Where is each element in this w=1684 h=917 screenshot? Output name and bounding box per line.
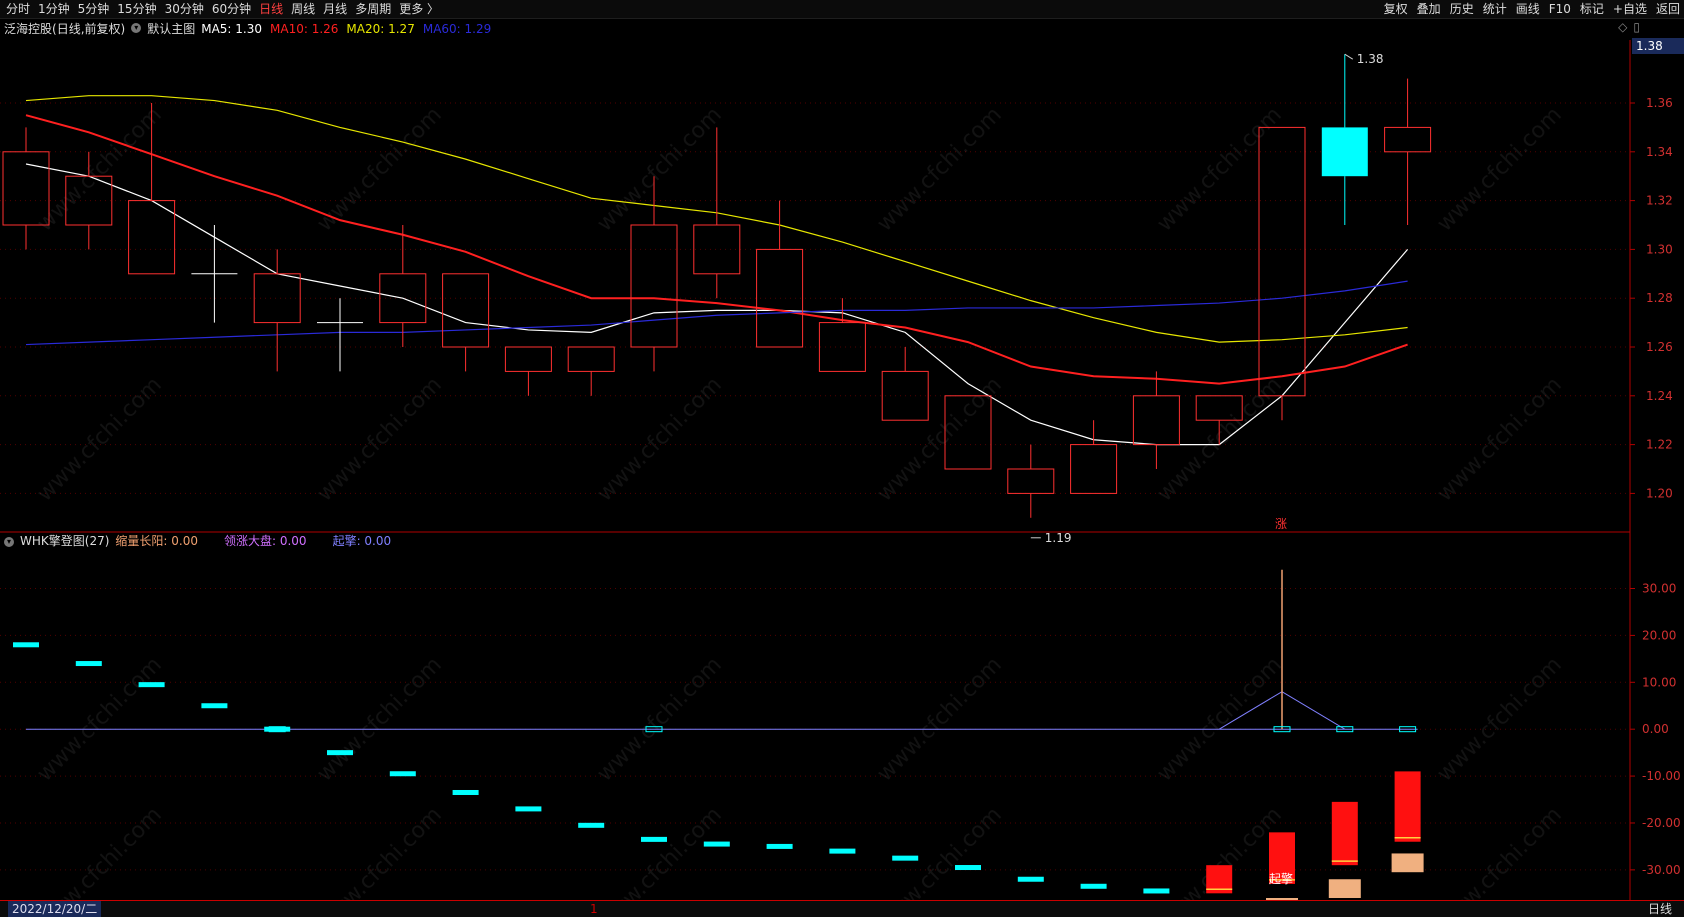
zhang-label: 涨 [1275,516,1287,531]
watermark-21: www.cfchi.com [872,802,1006,900]
watermark-3: www.cfchi.com [872,102,1006,236]
price-tick-label-4: 1.28 [1646,291,1673,305]
red-bar-2 [1331,801,1358,866]
candle-body-20 [1258,126,1306,397]
cursor-date: 2022/12/20/二 [8,901,102,917]
watermark-2: www.cfchi.com [592,102,726,236]
watermark-12: www.cfchi.com [32,652,166,786]
qiqing-label: 起擎 [1269,871,1293,886]
candle-body-21 [1321,127,1368,177]
cyan-mark-12 [766,843,793,849]
candle-body-10 [630,224,678,348]
watermark-17: www.cfchi.com [1432,652,1566,786]
candle-body-8 [504,346,552,372]
watermark-15: www.cfchi.com [872,652,1006,786]
watermark-7: www.cfchi.com [312,372,446,506]
cyan-mark-14 [892,855,919,861]
sub-tick-label-0: 30.00 [1642,582,1676,596]
watermark-18: www.cfchi.com [32,802,166,900]
sub-tick-label-2: 10.00 [1642,675,1676,689]
price-tick-label-2: 1.32 [1646,194,1673,208]
sub-tick-label-1: 20.00 [1642,628,1676,642]
price-tick-label-3: 1.30 [1646,242,1673,256]
watermark-20: www.cfchi.com [592,802,726,900]
candle-body-13 [818,322,866,372]
kline-chart[interactable]: 1.38 1.36 1.34 1.32 1.30 1.28 1.26 1.24 1.22 1.20… [0,0,1684,900]
price-tick-label-1: 1.34 [1646,145,1673,159]
cyan-mark-0 [13,642,39,648]
high-label: 1.38 [1357,52,1384,66]
cyan-mark-1 [75,661,102,667]
cyan-mark-16 [1017,876,1044,882]
price-tick-label-0: 1.36 [1646,96,1673,110]
cyan-mark-15 [955,865,981,871]
time-marker: 1 [590,902,598,916]
candle-body-7 [442,273,490,348]
cyan-mark-7 [452,789,479,795]
price-tick-label-6: 1.24 [1646,389,1673,403]
sub-tick-label-6: -30.00 [1642,863,1681,877]
cyan-mark-18 [1143,888,1170,894]
watermark-5: www.cfchi.com [1432,102,1566,236]
sub-tick-label-5: -20.00 [1642,816,1681,830]
cyan-mark-13 [829,848,856,854]
watermark-8: www.cfchi.com [592,372,726,506]
price-tick-label-5: 1.26 [1646,340,1673,354]
watermark-16: www.cfchi.com [1152,652,1286,786]
cyan-mark-2 [138,682,165,688]
time-axis-bar: 2022/12/20/二 1 [0,900,1636,917]
sub-tick-label-3: 0.00 [1642,722,1669,736]
cyan-mark-6 [389,771,416,777]
watermark-6: www.cfchi.com [32,372,166,506]
candle-body-17 [1070,444,1118,494]
sub-tick-label-4: -10.00 [1642,769,1681,783]
low-label: 1.19 [1045,531,1072,545]
candle-body-9 [567,346,615,372]
high-pointer [1344,53,1354,60]
cyan-mark-11 [703,841,730,847]
red-bar-3 [1394,771,1421,842]
watermark-23: www.cfchi.com [1432,802,1566,900]
period-indicator[interactable]: 日线 [1636,900,1684,917]
watermark-13: www.cfchi.com [312,652,446,786]
candle-body-22 [1384,126,1432,153]
candle-body-16 [1007,468,1055,494]
cyan-mark-4 [264,726,291,732]
watermark-4: www.cfchi.com [1152,102,1286,236]
watermark-9: www.cfchi.com [872,372,1006,506]
cyan-mark-10 [641,836,667,842]
cyan-mark-8 [515,806,542,812]
price-tick-label-7: 1.22 [1646,438,1673,452]
cyan-mark-5 [327,750,353,756]
candle-body-2 [128,200,176,275]
watermark-14: www.cfchi.com [592,652,726,786]
tan-bar-1 [1328,879,1361,898]
price-tick-label-8: 1.20 [1646,486,1673,500]
cyan-mark-17 [1080,883,1107,889]
candle-body-18 [1132,395,1180,446]
cyan-mark-3 [201,703,228,709]
cyan-mark-9 [578,822,605,828]
watermark-11: www.cfchi.com [1432,372,1566,506]
tan-bar-2 [1391,853,1424,873]
watermark-19: www.cfchi.com [312,802,446,900]
current-price-label: 1.38 [1636,39,1663,53]
candle-body-4 [253,273,301,324]
